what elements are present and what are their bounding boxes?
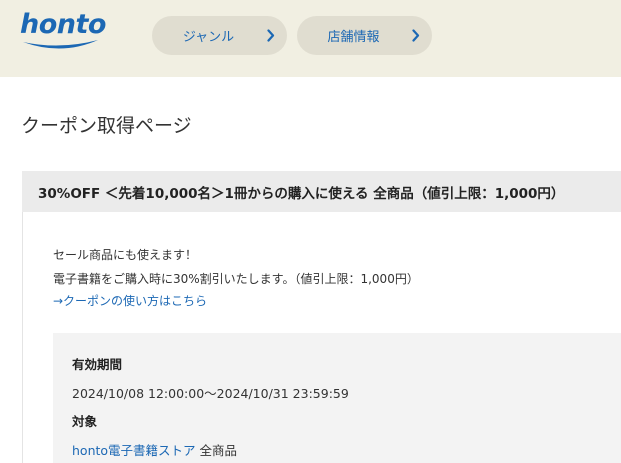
target-label: 対象 — [72, 414, 98, 429]
logo-swoosh-icon — [23, 40, 98, 49]
coupon-description-sale: セール商品にも使えます！ — [53, 248, 198, 262]
target-scope: 全商品 — [195, 443, 238, 458]
target-line: honto電子書籍ストア 全商品 — [72, 440, 237, 459]
page-title: クーポン取得ページ — [21, 115, 192, 137]
coupon-description-discount: 電子書籍をご購入時に30%割引いたします。（値引上限：1,000円） — [53, 272, 419, 286]
chevron-right-icon — [412, 29, 420, 42]
nav-genre-label: ジャンル — [182, 30, 235, 45]
coupon-title: 30%OFF ＜先着10,000名＞1冊からの購入に使える 全商品（値引上限：1… — [38, 186, 565, 202]
validity-period-value: 2024/10/08 12:00:00～2024/10/31 23:59:59 — [72, 386, 349, 401]
validity-period-label: 有効期間 — [72, 357, 123, 372]
chevron-right-icon — [267, 29, 275, 42]
target-store-link[interactable]: honto電子書籍ストア — [72, 443, 196, 458]
coupon-info-box: 有効期間 2024/10/08 12:00:00～2024/10/31 23:5… — [53, 333, 621, 463]
site-header: honto ジャンル 店舗情報 — [0, 0, 621, 77]
nav-store-info-button[interactable]: 店舗情報 — [297, 16, 432, 55]
honto-logo[interactable]: honto — [20, 10, 106, 54]
nav-genre-button[interactable]: ジャンル — [152, 16, 287, 55]
coupon-title-bar: 30%OFF ＜先着10,000名＞1冊からの購入に使える 全商品（値引上限：1… — [22, 171, 621, 212]
logo-text: honto — [20, 9, 106, 40]
coupon-howto-link[interactable]: →クーポンの使い方はこちら — [53, 292, 207, 309]
nav-store-info-label: 店舗情報 — [327, 30, 380, 45]
